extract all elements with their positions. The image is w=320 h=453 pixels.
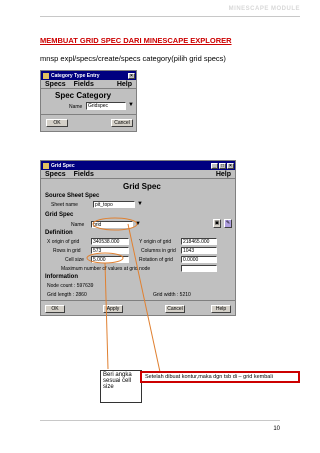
command-path-text: mnsp expl/specs/create/specs category(pi… [40, 54, 226, 63]
section-heading: MEMBUAT GRID SPEC DARI MINESCAPE EXPLORE… [40, 36, 232, 45]
rotation-field[interactable]: 0.0000 [181, 256, 217, 263]
sheet-name-label: Sheet name [51, 202, 78, 208]
window-title: Category Type Entry [51, 72, 100, 79]
rows-label: Rows in grid [53, 248, 81, 254]
grid-name-field[interactable]: grid [91, 221, 133, 228]
menu-bar: Specs Fields Help [41, 80, 136, 89]
menu-help[interactable]: Help [117, 81, 132, 88]
minimize-icon[interactable]: _ [211, 162, 218, 169]
y-origin-label: Y origin of grid [139, 239, 172, 245]
source-sheet-spec-section: Source Sheet Spec [45, 193, 100, 199]
menu-bar: Specs Fields Help [41, 170, 235, 179]
grid-kembali-callout: Setelah dibuat kontur,maka dgn tsb di – … [140, 371, 300, 383]
apply-button[interactable]: Apply [103, 305, 123, 313]
columns-field[interactable]: 1043 [181, 247, 217, 254]
y-origin-field[interactable]: 218465.000 [181, 238, 217, 245]
rotation-label: Rotation of grid [139, 257, 173, 263]
category-type-entry-window: Category Type Entry × Specs Fields Help … [40, 70, 137, 132]
spec-category-heading: Spec Category [55, 91, 112, 100]
x-origin-label: X origin of grid [47, 239, 80, 245]
chevron-down-icon[interactable]: ▼ [137, 201, 143, 207]
rows-field[interactable]: 573 [91, 247, 129, 254]
x-origin-field[interactable]: 340538.000 [91, 238, 129, 245]
grid-edit-button[interactable]: ✎ [224, 219, 232, 228]
grid-length-text: Grid length : 2860 [47, 292, 87, 298]
sheet-name-field[interactable]: pit_topo [93, 201, 135, 208]
columns-label: Columns in grid [141, 248, 176, 254]
maximize-icon[interactable]: □ [219, 162, 226, 169]
page-number: 10 [273, 426, 280, 432]
ok-button[interactable]: OK [45, 305, 65, 313]
module-header-title: MINESCAPE MODULE [228, 6, 300, 12]
menu-fields[interactable]: Fields [74, 81, 94, 88]
close-icon[interactable]: × [128, 72, 135, 79]
cancel-button[interactable]: Cancel [165, 305, 185, 313]
definition-section: Definition [45, 230, 73, 236]
node-count-text: Node count : 597639 [47, 283, 94, 289]
app-icon [43, 72, 49, 79]
menu-fields[interactable]: Fields [74, 171, 94, 178]
cancel-button[interactable]: Cancel [111, 119, 133, 127]
name-label: Name [69, 104, 83, 110]
header-divider [40, 16, 300, 17]
grid-name-label: Name [71, 222, 85, 228]
help-button[interactable]: Help [211, 305, 231, 313]
grid-spec-window: Grid Spec _ □ × Specs Fields Help Grid S… [40, 160, 236, 316]
cell-size-callout: Beri angka sesuai cell size [100, 370, 142, 403]
menu-specs[interactable]: Specs [45, 81, 66, 88]
ok-button[interactable]: OK [46, 119, 68, 127]
grid-options-button[interactable]: ▣ [213, 219, 221, 228]
grid-width-text: Grid width : 5210 [153, 292, 191, 298]
information-section: Information [45, 274, 78, 280]
grid-spec-section: Grid Spec [45, 212, 74, 218]
grid-spec-heading: Grid Spec [123, 182, 161, 191]
max-values-field[interactable] [181, 265, 217, 272]
name-field[interactable]: Gridspec [86, 102, 126, 110]
footer-divider [40, 420, 280, 421]
window-title: Grid Spec [51, 162, 75, 169]
close-icon[interactable]: × [227, 162, 234, 169]
menu-help[interactable]: Help [216, 171, 231, 178]
chevron-down-icon[interactable]: ▼ [135, 221, 141, 227]
cell-size-label: Cell size [65, 257, 84, 263]
window-titlebar: Category Type Entry × [41, 71, 136, 80]
app-icon [43, 162, 49, 169]
menu-specs[interactable]: Specs [45, 171, 66, 178]
max-values-label: Maximum number of values at grid node [61, 266, 151, 272]
window-titlebar: Grid Spec _ □ × [41, 161, 235, 170]
chevron-down-icon[interactable]: ▼ [128, 102, 134, 108]
cell-size-field[interactable]: 5.000 [91, 256, 129, 263]
